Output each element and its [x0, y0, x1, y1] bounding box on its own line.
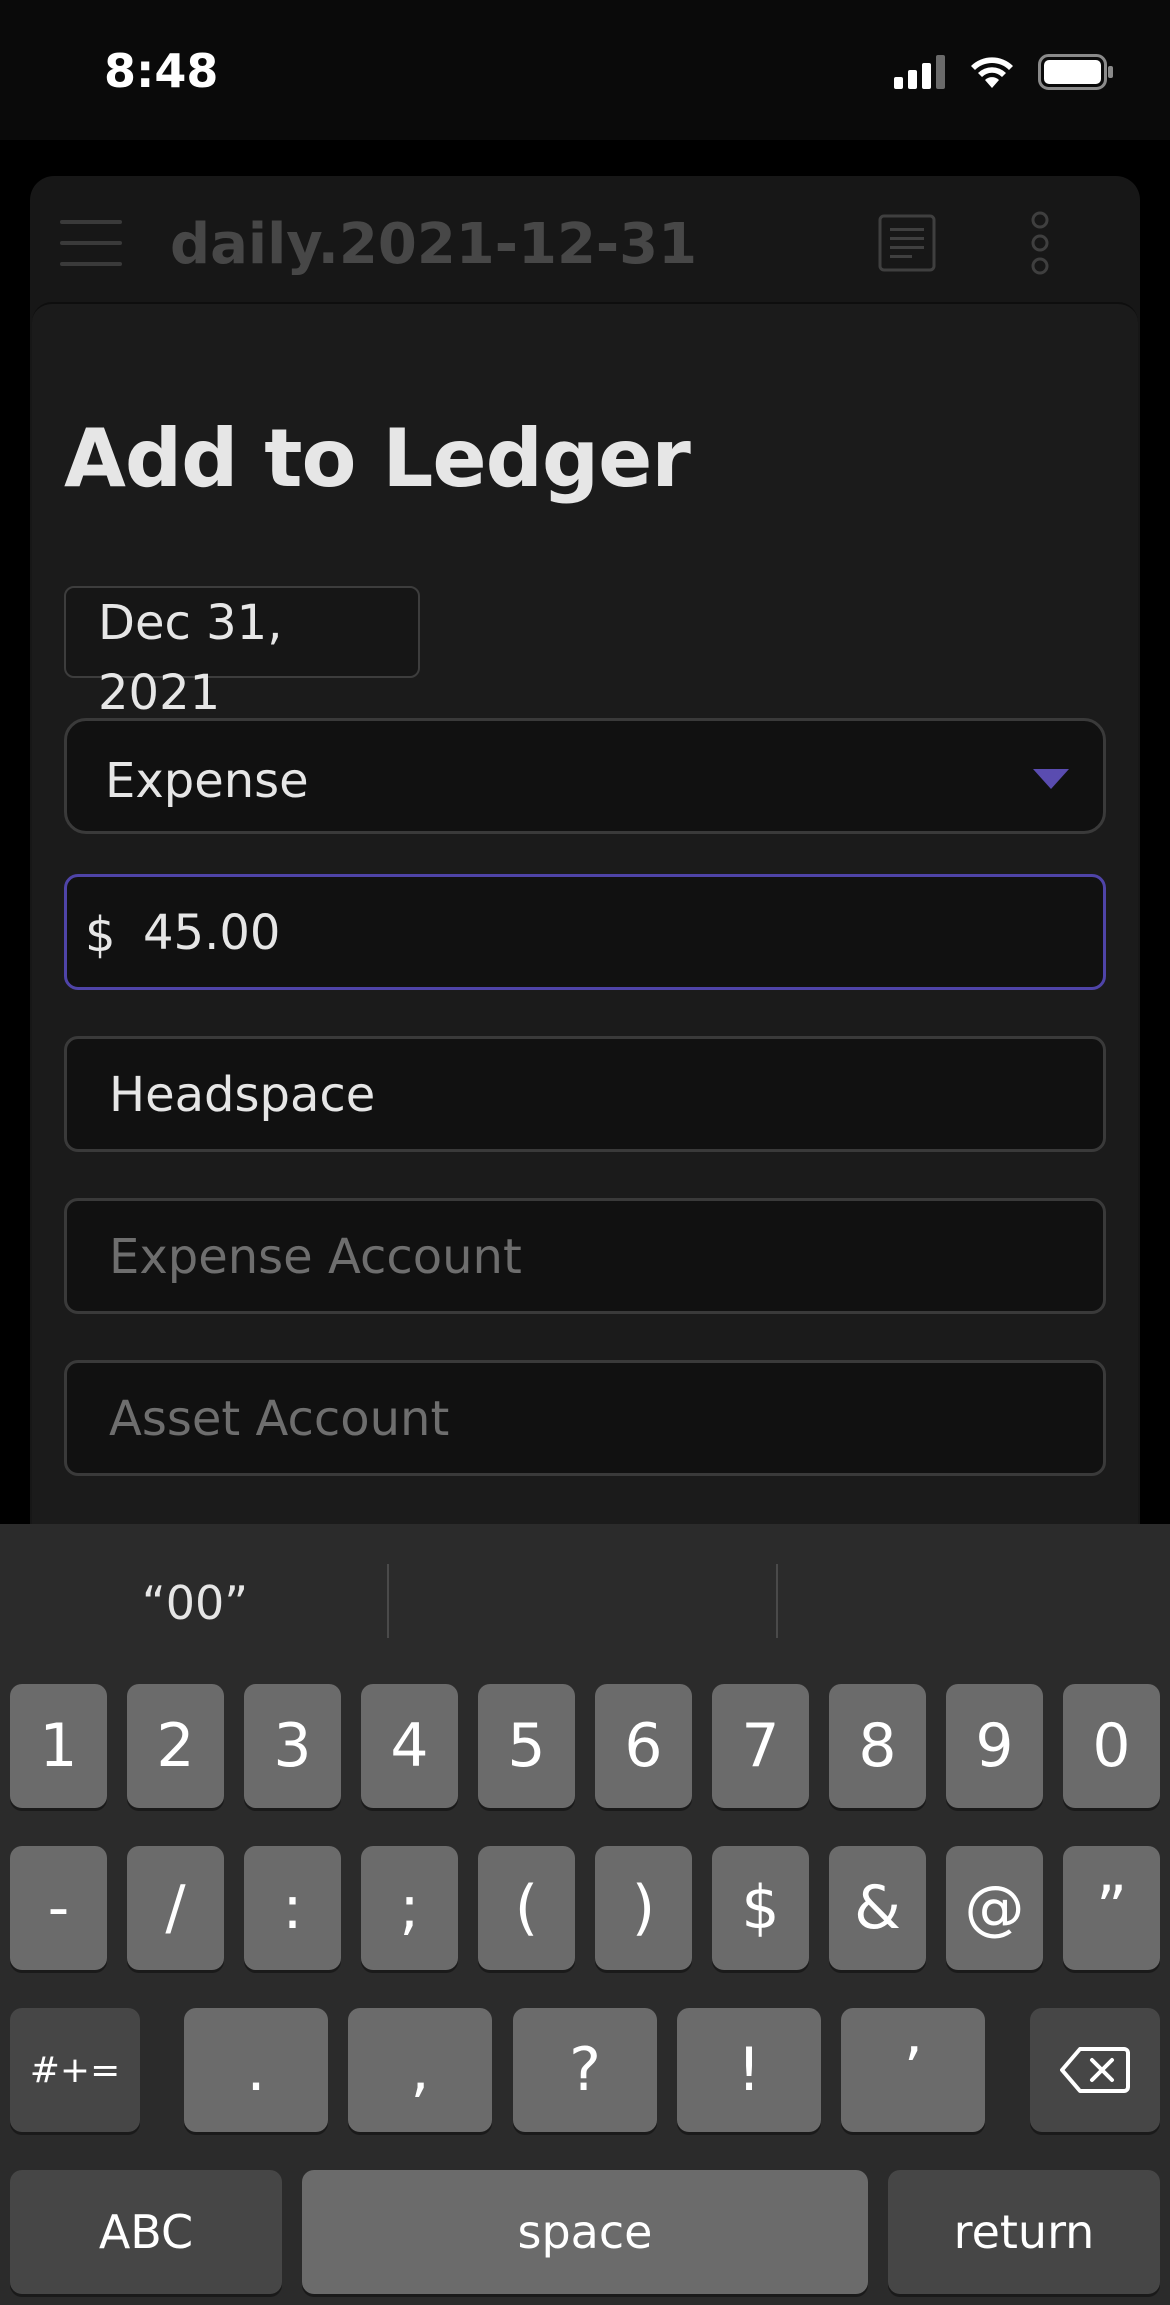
date-picker[interactable]: Dec 31, 2021	[64, 586, 420, 721]
asset-account-input[interactable]	[109, 1383, 1069, 1455]
key-apostrophe[interactable]: ’	[841, 2008, 985, 2132]
transaction-type-value: Expense	[105, 753, 309, 809]
key-2[interactable]: 2	[127, 1684, 224, 1808]
key-ampersand[interactable]: &	[829, 1846, 926, 1970]
key-dollar[interactable]: $	[712, 1846, 809, 1970]
return-key[interactable]: return	[888, 2170, 1160, 2294]
key-open-paren[interactable]: (	[478, 1846, 575, 1970]
suggestion-item[interactable]: “00”	[0, 1576, 390, 1630]
space-key[interactable]: space	[302, 2170, 868, 2294]
key-4[interactable]: 4	[361, 1684, 458, 1808]
key-at[interactable]: @	[946, 1846, 1043, 1970]
status-time: 8:48	[104, 44, 219, 98]
key-slash[interactable]: /	[127, 1846, 224, 1970]
wifi-icon	[971, 57, 1013, 88]
key-1[interactable]: 1	[10, 1684, 107, 1808]
key-6[interactable]: 6	[595, 1684, 692, 1808]
note-title: daily.2021-12-31	[170, 212, 698, 277]
key-9[interactable]: 9	[946, 1684, 1043, 1808]
expense-account-field[interactable]	[64, 1198, 1106, 1314]
payee-field[interactable]	[64, 1036, 1106, 1152]
transaction-type-select[interactable]: Expense	[64, 718, 1106, 834]
backspace-icon	[1060, 2047, 1130, 2093]
abc-key[interactable]: ABC	[10, 2170, 282, 2294]
key-exclamation[interactable]: !	[677, 2008, 821, 2132]
asset-account-field[interactable]	[64, 1360, 1106, 1476]
dropdown-caret-icon	[1033, 769, 1069, 789]
currency-symbol: $	[85, 907, 116, 963]
key-semicolon[interactable]: ;	[361, 1846, 458, 1970]
document-icon[interactable]	[878, 214, 936, 272]
numeric-keyboard: “00” 1 2 3 4 5 6 7 8 9 0 - / : ; ( ) $ &…	[0, 1524, 1170, 2305]
menu-icon[interactable]	[60, 220, 122, 266]
key-5[interactable]: 5	[478, 1684, 575, 1808]
key-0[interactable]: 0	[1063, 1684, 1160, 1808]
key-colon[interactable]: :	[244, 1846, 341, 1970]
key-comma[interactable]: ,	[348, 2008, 492, 2132]
expense-account-input[interactable]	[109, 1221, 1069, 1293]
amount-input[interactable]	[143, 897, 1043, 969]
battery-icon	[1038, 54, 1113, 90]
amount-field[interactable]: $	[64, 874, 1106, 990]
suggestion-bar: “00”	[0, 1524, 1170, 1684]
key-close-paren[interactable]: )	[595, 1846, 692, 1970]
payee-input[interactable]	[109, 1059, 1069, 1131]
suggestion-divider	[387, 1564, 389, 1638]
more-vertical-icon[interactable]	[1028, 210, 1052, 276]
key-7[interactable]: 7	[712, 1684, 809, 1808]
key-period[interactable]: .	[184, 2008, 328, 2132]
key-question[interactable]: ?	[513, 2008, 657, 2132]
status-icons	[894, 54, 1114, 90]
sheet-title: Add to Ledger	[64, 412, 691, 505]
key-quote[interactable]: ”	[1063, 1846, 1160, 1970]
key-3[interactable]: 3	[244, 1684, 341, 1808]
suggestion-divider	[776, 1564, 778, 1638]
key-more-symbols[interactable]: #+=	[10, 2008, 140, 2132]
backspace-key[interactable]	[1030, 2008, 1160, 2132]
key-hyphen[interactable]: -	[10, 1846, 107, 1970]
note-header: daily.2021-12-31	[30, 176, 1140, 304]
key-8[interactable]: 8	[829, 1684, 926, 1808]
status-bar: 8:48	[0, 0, 1170, 140]
cellular-signal-icon	[894, 55, 945, 89]
